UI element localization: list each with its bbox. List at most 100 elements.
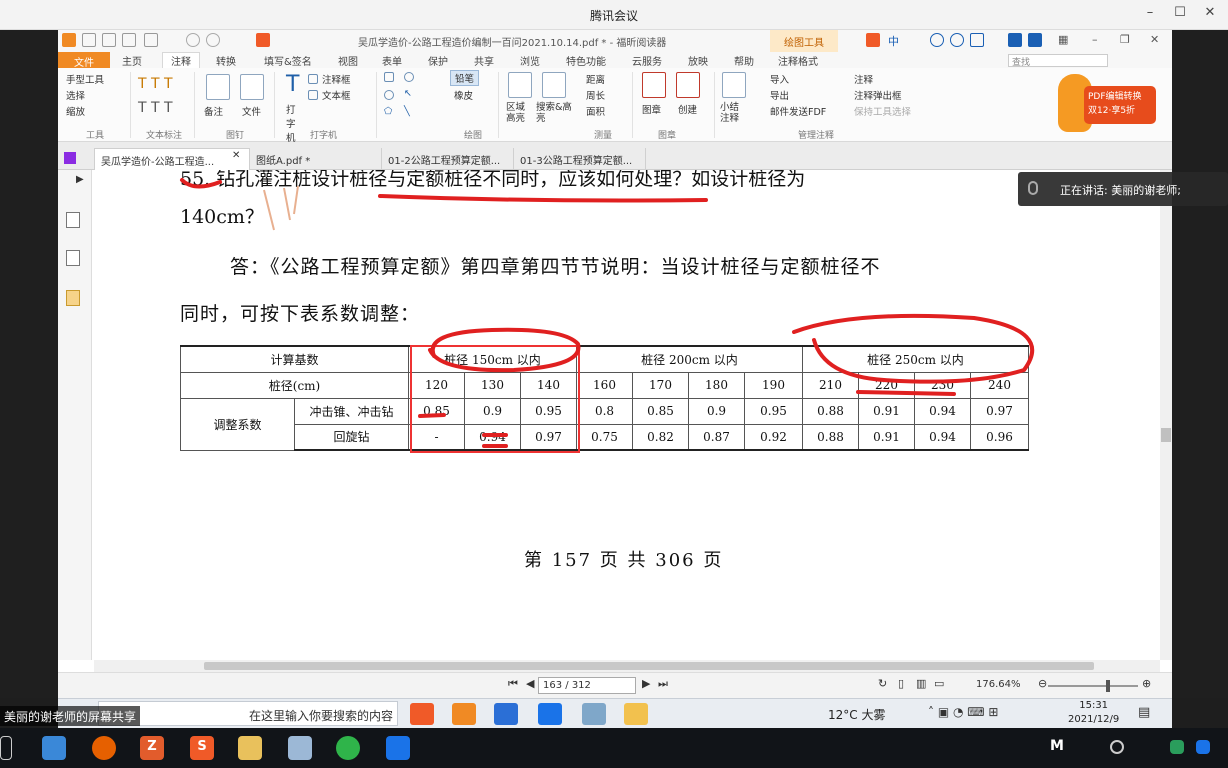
prev-page-icon[interactable]: ◀ bbox=[526, 677, 534, 690]
zoom-slider-knob[interactable] bbox=[1106, 680, 1110, 692]
tencent-meeting-app-icon[interactable] bbox=[538, 703, 562, 725]
zoom-level[interactable]: 176.64% bbox=[976, 679, 1021, 690]
notification-icon[interactable]: ▤ bbox=[1138, 705, 1150, 720]
store-app-icon[interactable] bbox=[42, 736, 66, 760]
email-fdf-button[interactable]: 邮件发送FDF bbox=[770, 104, 826, 118]
task-view-icon[interactable] bbox=[0, 736, 12, 760]
wechat-app-icon[interactable] bbox=[336, 736, 360, 760]
doc-tab[interactable]: 01-2公路工程预算定额... bbox=[382, 148, 514, 170]
popup-note-button[interactable]: 注释弹出框 bbox=[854, 88, 902, 102]
undo-icon[interactable] bbox=[186, 33, 200, 47]
pages-icon[interactable] bbox=[66, 250, 80, 266]
zoom-tool-button[interactable]: 缩放 bbox=[66, 104, 85, 118]
note-icon[interactable] bbox=[206, 74, 230, 100]
contextual-tab-drawing-tools[interactable]: 绘图工具 bbox=[770, 30, 838, 52]
remote-app-icon[interactable] bbox=[582, 703, 606, 725]
app-restore-icon[interactable]: ❐ bbox=[1120, 33, 1130, 46]
tab-protect[interactable]: 保护 bbox=[428, 53, 448, 68]
tab-fill-sign[interactable]: 填写&签名 bbox=[264, 53, 312, 68]
stamp-button[interactable]: 图章 bbox=[642, 102, 661, 116]
doc-tab[interactable]: 吴瓜学造价-公路工程造... bbox=[94, 148, 250, 170]
new-icon[interactable] bbox=[144, 33, 158, 47]
ime-grid-icon[interactable] bbox=[1028, 33, 1042, 47]
tab-help[interactable]: 帮助 bbox=[734, 53, 754, 68]
import-button[interactable]: 导入 bbox=[770, 72, 789, 86]
page-number-input[interactable]: 163 / 312 bbox=[538, 677, 636, 694]
weather-text[interactable]: 12°C 大雾 bbox=[828, 706, 885, 723]
search-input[interactable]: 查找 bbox=[1008, 54, 1108, 68]
hand-tool-button[interactable]: 手型工具 bbox=[66, 72, 104, 86]
sidebar-expand-icon[interactable]: ▶ bbox=[76, 174, 84, 185]
explorer-local-app-icon[interactable] bbox=[238, 736, 262, 760]
tab-form[interactable]: 表单 bbox=[382, 53, 402, 68]
summarize-icon[interactable] bbox=[722, 72, 746, 98]
comment-button[interactable]: 注释 bbox=[854, 72, 873, 86]
first-page-icon[interactable]: ⏮ bbox=[508, 677, 518, 691]
vertical-scrollbar[interactable] bbox=[1160, 170, 1172, 660]
single-page-icon[interactable]: ▯ bbox=[898, 677, 904, 690]
tab-browse[interactable]: 浏览 bbox=[520, 53, 540, 68]
sogou-local-app-icon[interactable]: S bbox=[190, 736, 214, 760]
foxit-app-icon[interactable] bbox=[452, 703, 476, 725]
sogou-icon[interactable] bbox=[256, 33, 270, 47]
file-attach-icon[interactable] bbox=[240, 74, 264, 100]
close-icon[interactable]: ✕ bbox=[1200, 5, 1220, 20]
app-tray-icon[interactable] bbox=[1196, 740, 1210, 754]
app-close-icon[interactable]: ✕ bbox=[1150, 33, 1159, 46]
zoom-out-icon[interactable]: ⊖ bbox=[1038, 677, 1047, 690]
shield-tray-icon[interactable] bbox=[1170, 740, 1184, 754]
continuous-page-icon[interactable]: ▥ bbox=[916, 677, 926, 690]
last-page-icon[interactable]: ⏭ bbox=[658, 677, 668, 691]
doc-tab[interactable]: 01-3公路工程预算定额... bbox=[514, 148, 646, 170]
maximize-icon[interactable]: ☐ bbox=[1170, 5, 1190, 20]
ime-chinese-icon[interactable]: 中 bbox=[888, 33, 902, 48]
oval-icon[interactable] bbox=[384, 90, 394, 100]
eraser-button[interactable]: 橡皮 bbox=[454, 88, 473, 102]
area-highlight-button[interactable]: 区域高亮 bbox=[506, 102, 534, 124]
comments-icon[interactable] bbox=[66, 290, 80, 306]
ime-emoji-icon[interactable] bbox=[930, 33, 944, 47]
app-minimize-icon[interactable]: – bbox=[1092, 33, 1098, 46]
tab-view[interactable]: 视图 bbox=[338, 53, 358, 68]
ime-voice-icon[interactable] bbox=[950, 33, 964, 47]
meeting-local-app-icon[interactable] bbox=[386, 736, 410, 760]
promo-banner[interactable]: PDF编辑转换 双12·享5折 bbox=[1058, 70, 1158, 142]
callout-button[interactable]: 注释框 bbox=[322, 72, 351, 86]
tab-features[interactable]: 特色功能 bbox=[566, 53, 606, 68]
bookmarks-icon[interactable] bbox=[66, 212, 80, 228]
textbox-button[interactable]: 文本框 bbox=[322, 88, 351, 102]
summarize-button[interactable]: 小结注释 bbox=[720, 102, 746, 124]
tab-slideshow[interactable]: 放映 bbox=[688, 53, 708, 68]
wps-app-icon[interactable] bbox=[494, 703, 518, 725]
export-button[interactable]: 导出 bbox=[770, 88, 789, 102]
area-button[interactable]: 面积 bbox=[586, 104, 605, 118]
close-tab-icon[interactable]: ✕ bbox=[232, 150, 240, 172]
create-stamp-button[interactable]: 创建 bbox=[678, 102, 697, 116]
area-highlight-icon[interactable] bbox=[508, 72, 532, 98]
tab-share[interactable]: 共享 bbox=[474, 53, 494, 68]
tab-convert[interactable]: 转换 bbox=[216, 53, 236, 68]
tab-file[interactable]: 文件 bbox=[58, 52, 110, 69]
system-tray-icons[interactable]: ˄ ▣ ◔ ⌨ ⊞ bbox=[928, 705, 998, 719]
polygon-icon[interactable]: ⬠ bbox=[384, 106, 392, 117]
zoom-in-icon[interactable]: ⊕ bbox=[1142, 677, 1151, 690]
select-tool-button[interactable]: 选择 bbox=[66, 88, 85, 102]
note-button[interactable]: 备注 bbox=[204, 104, 223, 118]
facing-page-icon[interactable]: ▭ bbox=[934, 677, 944, 690]
rectangle-icon[interactable] bbox=[384, 72, 394, 82]
remote-local-app-icon[interactable] bbox=[288, 736, 312, 760]
z-app-icon[interactable]: Z bbox=[140, 736, 164, 760]
file-attach-button[interactable]: 文件 bbox=[242, 104, 261, 118]
keep-tool-checkbox[interactable]: 保持工具选择 bbox=[854, 104, 911, 118]
zoom-slider[interactable] bbox=[1048, 680, 1138, 692]
typewriter-button[interactable]: 打字机 bbox=[286, 102, 298, 144]
horizontal-scroll-thumb[interactable] bbox=[204, 662, 1094, 670]
taskbar-search-input[interactable]: 在这里输入你要搜索的内容 bbox=[98, 701, 398, 726]
doc-tab[interactable]: 图纸A.pdf * bbox=[250, 148, 382, 170]
user-tray-icon[interactable] bbox=[1110, 740, 1124, 754]
redo-icon[interactable] bbox=[206, 33, 220, 47]
arrow-icon[interactable]: ↖ bbox=[404, 88, 412, 99]
perimeter-button[interactable]: 周长 bbox=[586, 88, 605, 102]
clock[interactable]: 15:31 2021/12/9 bbox=[1068, 699, 1119, 727]
ime-keyboard-icon[interactable] bbox=[970, 33, 984, 47]
